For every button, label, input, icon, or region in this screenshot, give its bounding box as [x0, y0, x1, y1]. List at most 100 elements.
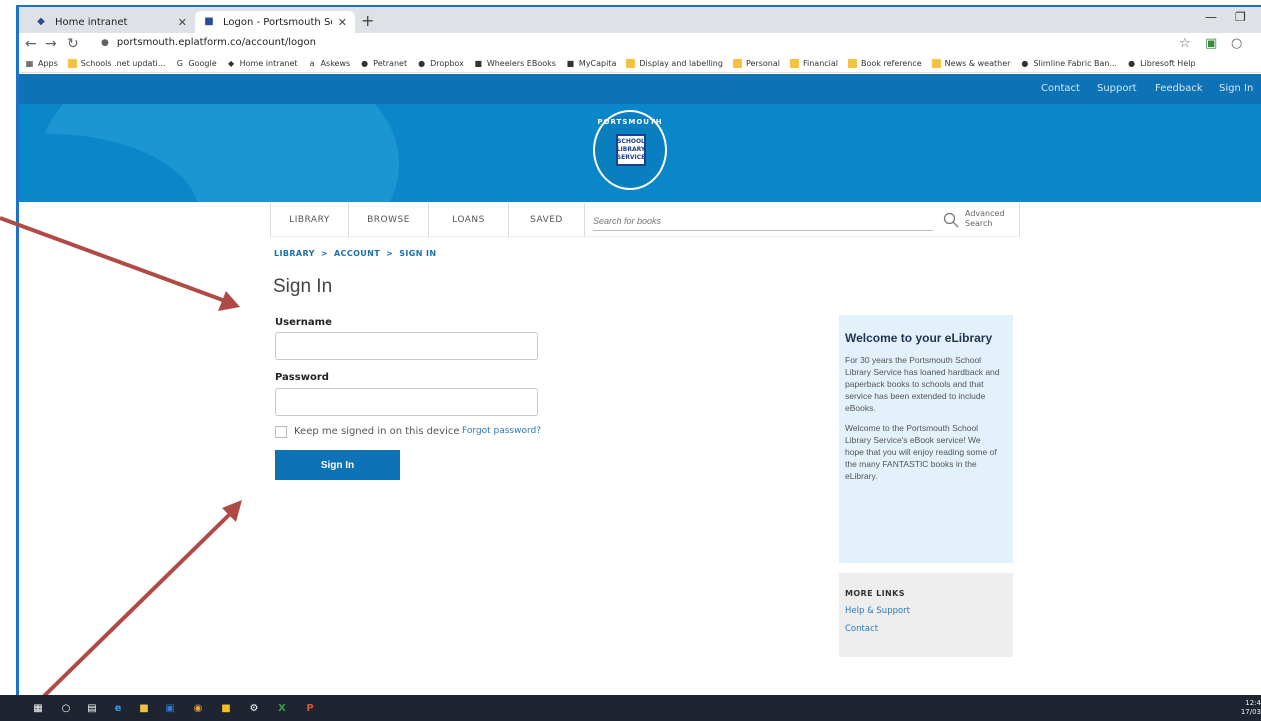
taskbar-clock[interactable]: 12:4 17/03: [1236, 699, 1261, 717]
bookmark-item[interactable]: Personal: [732, 59, 780, 68]
site-top-bar: Contact Support Feedback Sign In: [19, 74, 1261, 104]
bookmark-item[interactable]: a Askews: [308, 59, 351, 68]
contact-link[interactable]: Contact: [1041, 83, 1080, 94]
profile-icon[interactable]: ○: [1231, 36, 1242, 51]
username-label: Username: [275, 317, 332, 328]
welcome-heading: Welcome to your eLibrary: [845, 331, 993, 345]
sign-in-link[interactable]: Sign In: [1219, 83, 1253, 94]
bookmark-item[interactable]: Display and labelling: [626, 59, 723, 68]
reload-icon[interactable]: ↻: [67, 35, 79, 53]
username-field[interactable]: [275, 332, 538, 360]
outlook-icon[interactable]: ▣: [162, 700, 178, 716]
bookmark-label: MyCapita: [578, 59, 617, 68]
back-icon[interactable]: ←: [25, 35, 37, 53]
bookmark-item[interactable]: ■ MyCapita: [566, 59, 617, 68]
bookmark-label: Book reference: [861, 59, 922, 68]
search-input[interactable]: [593, 211, 933, 231]
file-explorer-icon[interactable]: ■: [136, 700, 152, 716]
forward-icon[interactable]: →: [45, 35, 57, 53]
edge-icon[interactable]: e: [110, 700, 126, 716]
task-view-icon[interactable]: ▤: [84, 700, 100, 716]
folder-icon: [67, 59, 77, 68]
advanced-search-link[interactable]: Advanced Search: [965, 209, 1005, 229]
page-title: Sign In: [273, 276, 333, 297]
star-icon[interactable]: ☆: [1179, 36, 1191, 51]
browser-address-bar: ← → ↻ ● portsmouth.eplatform.co/account/…: [19, 33, 1261, 55]
sign-in-button[interactable]: Sign In: [275, 450, 400, 480]
advanced-search-line: Search: [965, 219, 993, 228]
breadcrumb-account[interactable]: ACCOUNT: [334, 249, 380, 258]
nav-saved[interactable]: SAVED: [509, 203, 585, 237]
welcome-paragraph: For 30 years the Portsmouth School Libra…: [845, 355, 1000, 413]
contact-link[interactable]: Contact: [845, 624, 1007, 634]
breadcrumb: LIBRARY > ACCOUNT > SIGN IN: [274, 249, 437, 258]
search-icon[interactable]: ○: [58, 700, 74, 716]
settings-icon[interactable]: ⚙: [246, 700, 262, 716]
bookmark-icon: G: [176, 59, 183, 68]
tab-logon[interactable]: ■ Logon - Portsmouth Schools ✕: [195, 11, 355, 33]
keep-signed-in-checkbox[interactable]: [275, 426, 287, 438]
minimize-icon[interactable]: —: [1205, 10, 1217, 24]
bookmark-item[interactable]: ● Libresoft Help: [1127, 59, 1195, 68]
bookmark-item[interactable]: News & weather: [931, 59, 1011, 68]
lock-icon: ●: [101, 37, 109, 48]
annotation-arrow-line: [0, 216, 229, 304]
password-field[interactable]: [275, 388, 538, 416]
library-icon: ■: [204, 16, 214, 27]
keep-signed-in-label[interactable]: Keep me signed in on this device: [294, 426, 460, 437]
site-nav: LIBRARY BROWSE LOANS SAVED Advanced Sear…: [270, 203, 1020, 237]
bookmark-label: News & weather: [944, 59, 1011, 68]
breadcrumb-library[interactable]: LIBRARY: [274, 249, 315, 258]
excel-icon[interactable]: X: [274, 700, 290, 716]
chrome-icon[interactable]: ◉: [190, 700, 206, 716]
bookmark-label: Personal: [745, 59, 780, 68]
nav-browse[interactable]: BROWSE: [349, 203, 429, 237]
feedback-link[interactable]: Feedback: [1155, 83, 1203, 94]
windows-taskbar: ▦ ○ ▤ e ■ ▣ ◉ ■ ⚙ X P 12:4 17/03: [0, 695, 1261, 721]
powerpoint-icon[interactable]: P: [302, 700, 318, 716]
bookmark-item[interactable]: ● Slimline Fabric Ban...: [1020, 59, 1117, 68]
close-icon[interactable]: ✕: [178, 16, 187, 29]
bookmark-label: Schools .net updati...: [80, 59, 166, 68]
annotation-arrowhead: [218, 291, 240, 311]
extension-icon[interactable]: ▣: [1205, 36, 1217, 51]
frame-left-border: [16, 5, 19, 695]
support-link[interactable]: Support: [1097, 83, 1137, 94]
bookmark-icon: ▦: [25, 59, 34, 68]
bookmark-item[interactable]: ▦ Apps: [25, 59, 58, 68]
bookmark-item[interactable]: ■ Wheelers EBooks: [474, 59, 556, 68]
bookmark-label: Display and labelling: [639, 59, 723, 68]
logo-text: PORTSMOUTH: [597, 118, 663, 126]
tab-home-intranet[interactable]: ◆ Home intranet ✕: [27, 11, 195, 33]
bookmark-label: Libresoft Help: [1140, 59, 1196, 68]
close-icon[interactable]: ✕: [338, 16, 347, 29]
shield-icon: ◆: [37, 16, 45, 27]
bookmark-item[interactable]: Book reference: [848, 59, 922, 68]
browser-tab-bar: ◆ Home intranet ✕ ■ Logon - Portsmouth S…: [19, 7, 1261, 33]
bookmark-label: Petranet: [373, 59, 408, 68]
screenshot-frame: ◆ Home intranet ✕ ■ Logon - Portsmouth S…: [0, 0, 1261, 721]
url-field[interactable]: ● portsmouth.eplatform.co/account/logon: [101, 37, 316, 48]
windows-start-icon[interactable]: ▦: [30, 700, 46, 716]
bookmark-item[interactable]: Schools .net updati...: [67, 59, 166, 68]
annotation-arrowhead: [222, 500, 242, 522]
sticky-notes-icon[interactable]: ■: [218, 700, 234, 716]
bookmarks-bar: ▦ Apps Schools .net updati... G Google ◆ Home …: [19, 55, 1261, 73]
search-icon[interactable]: [943, 212, 959, 228]
maximize-icon[interactable]: ❐: [1235, 10, 1246, 24]
bookmark-item[interactable]: ● Petranet: [360, 59, 407, 68]
tab-title: Home intranet: [55, 16, 128, 28]
bookmark-item[interactable]: Financial: [789, 59, 838, 68]
site-logo[interactable]: PORTSMOUTH SCHOOL LIBRARY SERVICE: [593, 110, 667, 190]
nav-loans[interactable]: LOANS: [429, 203, 509, 237]
bookmark-item[interactable]: G Google: [175, 59, 217, 68]
tab-title: Logon - Portsmouth Schools: [223, 16, 332, 28]
help-support-link[interactable]: Help & Support: [845, 606, 1007, 616]
forgot-password-link[interactable]: Forgot password?: [462, 426, 541, 436]
bookmark-item[interactable]: ● Dropbox: [417, 59, 464, 68]
bookmark-item[interactable]: ◆ Home intranet: [227, 59, 298, 68]
more-links-heading: MORE LINKS: [845, 589, 905, 598]
new-tab-icon[interactable]: +: [361, 11, 374, 31]
bookmark-label: Google: [188, 59, 217, 68]
nav-library[interactable]: LIBRARY: [271, 203, 349, 237]
